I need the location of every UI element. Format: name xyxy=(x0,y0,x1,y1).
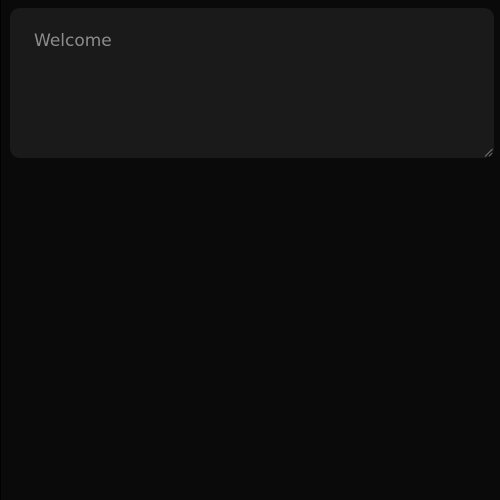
message-box-container xyxy=(10,8,494,158)
app-window xyxy=(0,0,500,500)
message-textarea[interactable] xyxy=(10,8,494,158)
